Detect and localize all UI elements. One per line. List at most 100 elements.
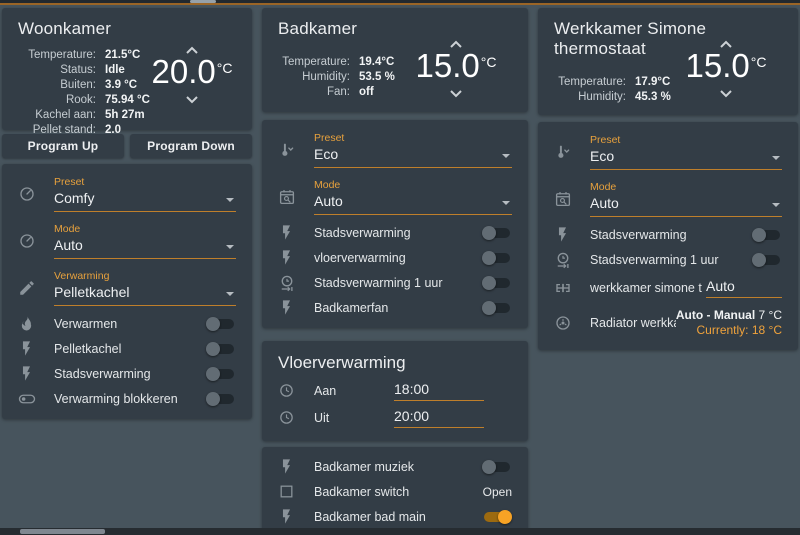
info-label: Status: xyxy=(60,64,96,76)
toggle-switch[interactable] xyxy=(482,225,512,241)
chevron-down-icon xyxy=(772,203,780,207)
switch-row-stadsverwarming: Stadsverwarming xyxy=(538,222,798,247)
setpoint-control: 15.0°C xyxy=(680,38,772,100)
mode-select[interactable]: Mode Auto xyxy=(54,223,236,259)
chevron-down-icon xyxy=(226,198,234,202)
top-scrollbar-thumb[interactable] xyxy=(190,0,216,3)
fire-icon xyxy=(18,315,44,332)
switch-label: Stadsverwarming xyxy=(590,227,687,242)
flash-icon xyxy=(18,340,44,357)
flash-icon xyxy=(278,299,304,316)
switch-row-badkamerfan: Badkamerfan xyxy=(262,295,528,320)
chevron-down-icon[interactable] xyxy=(183,94,201,106)
switch-row-pelletkachel: Pelletkachel xyxy=(2,336,252,361)
text-input[interactable]: Auto xyxy=(706,278,782,298)
select-value: Eco xyxy=(590,148,615,164)
chevron-down-icon xyxy=(502,154,510,158)
toggle-switch[interactable] xyxy=(206,366,236,382)
toggle-switch[interactable] xyxy=(482,250,512,266)
preset-select[interactable]: Preset Eco xyxy=(590,134,782,170)
thermometer-chevron-icon xyxy=(278,141,304,159)
switch-label: Verwarmen xyxy=(54,316,118,331)
switch-label: vloerverwarming xyxy=(314,250,406,265)
info-label: Pellet stand: xyxy=(32,124,96,136)
mode-select[interactable]: Mode Auto xyxy=(590,181,782,217)
toggle-switch[interactable] xyxy=(482,300,512,316)
card-badkamer-thermostat: Badkamer Temperature: 19.4°C Humidity: 53.… xyxy=(262,8,528,112)
time-input[interactable]: 20:00 xyxy=(394,408,484,428)
toggle-switch[interactable] xyxy=(752,252,782,268)
time-input[interactable]: 18:00 xyxy=(394,381,484,401)
time-label: Uit xyxy=(314,410,330,425)
toggle-switch[interactable] xyxy=(206,316,236,332)
chevron-down-icon[interactable] xyxy=(717,88,735,100)
info-value: 2.0 xyxy=(105,124,121,136)
radiator-icon xyxy=(554,314,580,332)
switch-row-verwarming-blokkeren: Verwarming blokkeren xyxy=(2,386,252,411)
gauge-icon xyxy=(18,185,44,203)
card-badkamer-controls: Preset Eco Mode Auto Stadsverwarming vlo… xyxy=(262,120,528,328)
preset-select[interactable]: Preset Eco xyxy=(314,132,512,168)
select-value: Comfy xyxy=(54,190,95,206)
preset-select-row: Preset Comfy xyxy=(2,170,252,217)
info-value: Idle xyxy=(105,64,125,76)
toggle-switch[interactable] xyxy=(482,509,512,525)
toggle-switch[interactable] xyxy=(482,275,512,291)
flash-icon xyxy=(278,508,304,525)
info-label: Humidity: xyxy=(302,71,350,83)
calendar-search-icon xyxy=(278,188,304,206)
select-label: Verwarming xyxy=(54,270,110,282)
toggle-switch[interactable] xyxy=(206,341,236,357)
chevron-down-icon xyxy=(502,201,510,205)
thermometer-chevron-icon xyxy=(554,143,580,161)
select-label: Mode xyxy=(54,223,81,235)
top-scrollbar[interactable] xyxy=(0,0,800,3)
info-row: Kachel aan: 5h 27m xyxy=(18,108,236,123)
info-value: 19.4°C xyxy=(359,56,395,68)
pipe-valve-icon xyxy=(554,279,580,297)
card-title: Vloerverwarming xyxy=(278,353,406,372)
pencil-icon xyxy=(18,279,44,297)
switch-label: Stadsverwarming xyxy=(54,366,151,381)
timer-icon xyxy=(278,274,304,292)
square-outline-icon xyxy=(278,483,304,500)
toggle-switch[interactable] xyxy=(206,391,236,407)
column-werkkamer: Werkkamer Simone thermostaat Temperature… xyxy=(538,8,798,535)
select-label: Mode xyxy=(314,179,341,191)
switch-label: Badkamer muziek xyxy=(314,459,415,474)
switch-row-stadsverwarming-1-uur: Stadsverwarming 1 uur xyxy=(538,247,798,272)
mode-select[interactable]: Mode Auto xyxy=(314,179,512,215)
mode-select-row: Mode Auto xyxy=(262,173,528,220)
time-label: Aan xyxy=(314,383,337,398)
verwarming-select[interactable]: Verwarming Pelletkachel xyxy=(54,270,236,306)
chevron-down-icon[interactable] xyxy=(447,88,465,100)
switch-label: Pelletkachel xyxy=(54,341,122,356)
select-value: Eco xyxy=(314,146,339,162)
card-title: Badkamer xyxy=(278,19,358,38)
horizontal-scrollbar-thumb[interactable] xyxy=(20,529,105,534)
time-row-aan: Aan 18:00 xyxy=(262,377,528,404)
switch-row-stadsverwarming-1-uur: Stadsverwarming 1 uur xyxy=(262,270,528,295)
radiator-mode-line: Auto - Manual 7 °C xyxy=(675,308,782,322)
info-value: 21.5°C xyxy=(105,49,141,61)
input-label: werkkamer simone thermostaat ... xyxy=(590,281,702,295)
info-label: Rook: xyxy=(65,94,96,106)
verwarming-select-row: Verwarming Pelletkachel xyxy=(2,264,252,311)
chevron-down-icon xyxy=(772,156,780,160)
setpoint-value: 15.0°C xyxy=(415,47,497,84)
preset-select[interactable]: Preset Comfy xyxy=(54,176,236,212)
radiator-state: Auto - Manual 7 °C Currently: 18 °C xyxy=(676,308,782,338)
toggle-switch[interactable] xyxy=(482,459,512,475)
info-label: Temperature: xyxy=(28,49,96,61)
column-badkamer: Badkamer Temperature: 19.4°C Humidity: 53.… xyxy=(262,8,528,535)
info-label: Fan: xyxy=(326,86,350,98)
info-value: 17.9°C xyxy=(635,76,671,88)
chevron-down-icon xyxy=(226,245,234,249)
info-value: off xyxy=(359,86,374,98)
state-row-radiator: Radiator werkkamer Simone Auto - Manual … xyxy=(538,304,798,342)
toggle-switch[interactable] xyxy=(752,227,782,243)
setpoint-control: 15.0°C xyxy=(410,38,502,100)
horizontal-scrollbar[interactable] xyxy=(0,528,800,535)
select-value: Pelletkachel xyxy=(54,284,130,300)
info-label: Kachel aan: xyxy=(35,109,96,121)
